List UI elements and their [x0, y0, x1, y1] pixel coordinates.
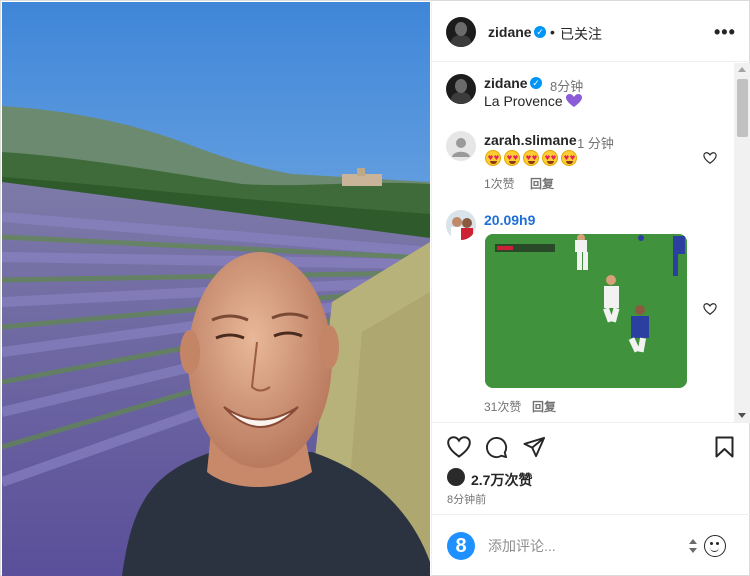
comment-input[interactable] [488, 535, 678, 557]
caption-author-username[interactable]: zidane [484, 75, 528, 91]
post-timestamp: 8分钟前 [447, 494, 487, 506]
post-photo [2, 2, 430, 576]
reply-button[interactable]: 回复 [530, 175, 554, 192]
post-actions: 2.7万次赞 8分钟前 [432, 422, 750, 512]
commenter-username[interactable]: zarah.slimane [484, 132, 577, 148]
comment-like-count[interactable]: 1次赞 [484, 175, 515, 192]
emoji-picker-icon[interactable] [704, 535, 726, 557]
post-dialog: zidane ✓ • 已关注 ••• zidane ✓ 8分钟 La Prove… [0, 0, 750, 576]
comment-time: 1 分钟 [577, 136, 614, 151]
commenter-avatar[interactable] [446, 131, 476, 161]
following-button[interactable]: 已关注 [560, 24, 602, 44]
comment-like-heart-icon[interactable] [703, 151, 717, 165]
heart-eyes-emoji-icon [523, 150, 539, 166]
post-side-panel: zidane ✓ • 已关注 ••• zidane ✓ 8分钟 La Prove… [431, 2, 750, 576]
football-gif-image [485, 234, 687, 388]
heart-eyes-emoji-icon [561, 150, 577, 166]
commenter-username[interactable]: 20.09h9 [484, 212, 535, 228]
verified-badge-icon: ✓ [530, 77, 542, 89]
share-send-icon[interactable] [523, 436, 546, 458]
app-badge-icon: 8 [447, 532, 475, 560]
scroll-up-arrow-icon[interactable] [738, 67, 746, 72]
save-bookmark-icon[interactable] [715, 436, 734, 458]
comments-scrollbar[interactable] [734, 63, 750, 422]
header-separator: • [550, 24, 555, 40]
default-user-icon [452, 138, 470, 157]
input-spinner-icon[interactable] [688, 538, 698, 554]
comment-gif[interactable] [485, 234, 687, 388]
comment-like-heart-icon[interactable] [703, 302, 717, 316]
author-avatar[interactable] [446, 17, 476, 47]
verified-badge-icon: ✓ [534, 26, 546, 38]
comment-like-count[interactable]: 31次赞 [484, 398, 521, 415]
likes-count[interactable]: 2.7万次赞 [471, 470, 532, 490]
liker-avatar[interactable] [447, 468, 465, 486]
lavender-selfie-image [2, 2, 430, 576]
comment-input-bar: 8 [432, 514, 750, 576]
scrollbar-thumb[interactable] [737, 79, 748, 137]
more-options-icon[interactable]: ••• [714, 22, 736, 43]
heart-eyes-emoji-icon [485, 150, 501, 166]
caption-text: La Provence [484, 93, 563, 109]
comments-list: zidane ✓ 8分钟 La Provence zarah.slimane 1… [432, 63, 750, 422]
heart-eyes-emoji-icon [504, 150, 520, 166]
commenter-avatar[interactable] [446, 210, 476, 240]
purple-heart-emoji-icon [566, 94, 582, 107]
commenter-photo-icon [446, 210, 476, 240]
author-username[interactable]: zidane [488, 24, 532, 40]
scroll-down-arrow-icon[interactable] [738, 413, 746, 418]
comment-bubble-icon[interactable] [485, 436, 508, 459]
caption-author-avatar[interactable] [446, 74, 476, 104]
heart-eyes-emoji-icon [542, 150, 558, 166]
reply-button[interactable]: 回复 [532, 398, 556, 415]
like-heart-icon[interactable] [447, 436, 471, 458]
post-header: zidane ✓ • 已关注 ••• [432, 2, 750, 62]
